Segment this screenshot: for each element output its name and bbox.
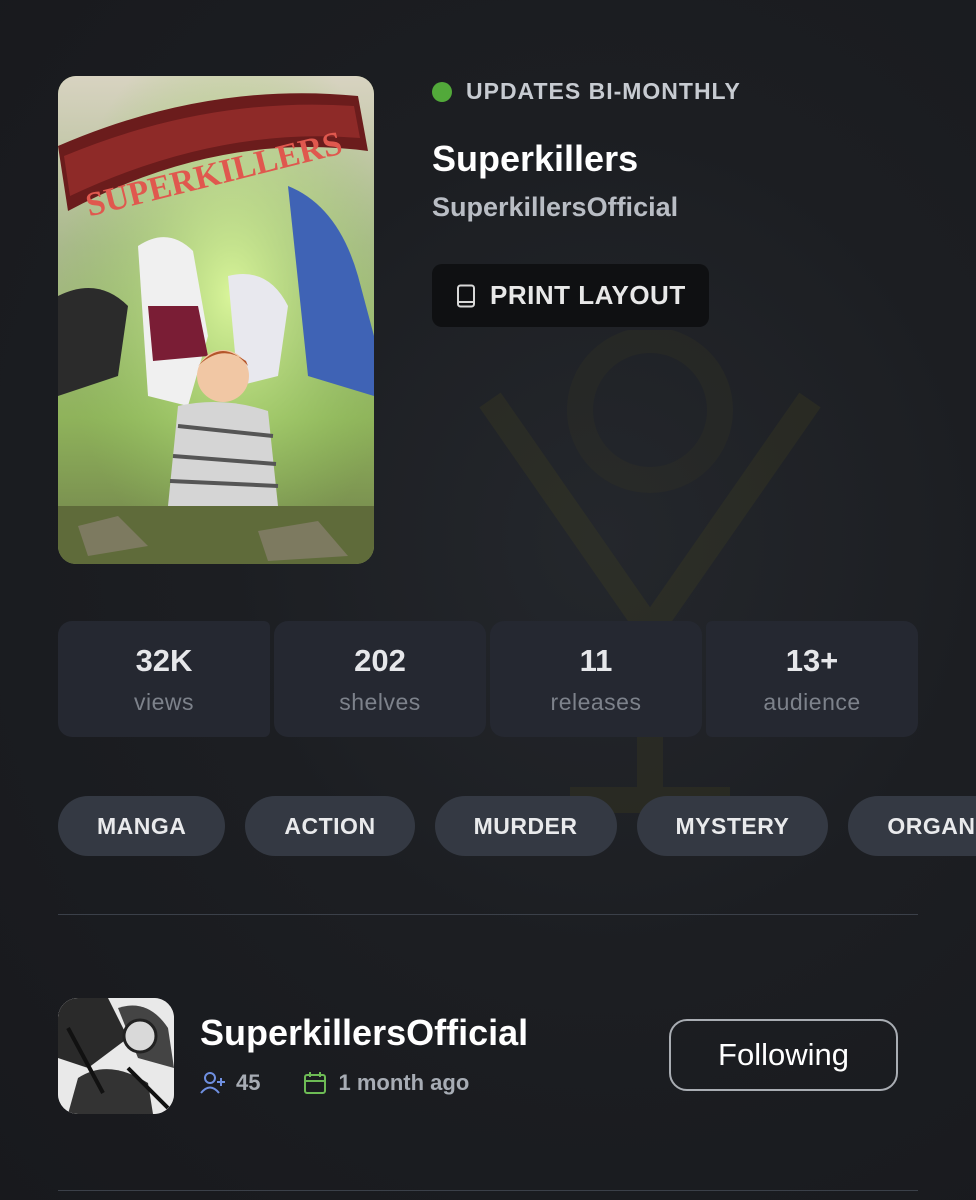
stat-label: audience (763, 688, 861, 715)
stat-releases: 11 releases (490, 621, 702, 737)
status-dot-icon (432, 81, 452, 102)
stat-label: views (133, 688, 194, 715)
stat-value: 11 (579, 642, 613, 678)
tag-organi[interactable]: ORGANI (848, 796, 976, 856)
tag-murder[interactable]: MURDER (434, 796, 617, 856)
creator-meta: 45 1 month ago (200, 1070, 469, 1096)
stat-views: 32K views (58, 621, 270, 737)
stats-bar: 32K views 202 shelves 11 releases 13+ au… (58, 621, 918, 737)
print-layout-button[interactable]: PRINT LAYOUT (432, 264, 709, 327)
background-emblem (479, 330, 821, 813)
tag-action[interactable]: ACTION (245, 796, 415, 856)
status-text: UPDATES BI-MONTHLY (466, 78, 741, 104)
series-page: SUPERKILLERS UPDATES BI-MONTHLY Superkil… (0, 0, 976, 1200)
tag-mystery[interactable]: MYSTERY (636, 796, 829, 856)
genre-tags[interactable]: MANGA ACTION MURDER MYSTERY ORGANI (58, 796, 976, 858)
creator-avatar[interactable] (58, 998, 174, 1114)
stat-label: shelves (339, 688, 421, 715)
calendar-icon (304, 1072, 327, 1094)
updated-time: 1 month ago (338, 1070, 470, 1095)
stat-audience: 13+ audience (706, 621, 918, 737)
following-button[interactable]: Following (669, 1019, 898, 1091)
stat-value: 202 (354, 642, 406, 678)
series-author-link[interactable]: SuperkillersOfficial (432, 192, 678, 223)
tag-manga[interactable]: MANGA (58, 796, 226, 856)
stat-value: 32K (135, 642, 193, 678)
series-title: Superkillers (432, 138, 639, 179)
stat-shelves: 202 shelves (274, 621, 486, 737)
creator-name[interactable]: SuperkillersOfficial (200, 1012, 528, 1054)
book-icon (457, 284, 475, 307)
divider (58, 914, 918, 915)
stat-label: releases (550, 688, 642, 715)
followers-count: 45 (236, 1070, 261, 1095)
divider (58, 1190, 918, 1191)
print-layout-label: PRINT LAYOUT (490, 280, 686, 310)
stat-value: 13+ (785, 642, 839, 678)
update-status: UPDATES BI-MONTHLY (432, 78, 741, 105)
user-plus-icon (200, 1072, 225, 1094)
cover-image[interactable]: SUPERKILLERS (58, 76, 374, 564)
